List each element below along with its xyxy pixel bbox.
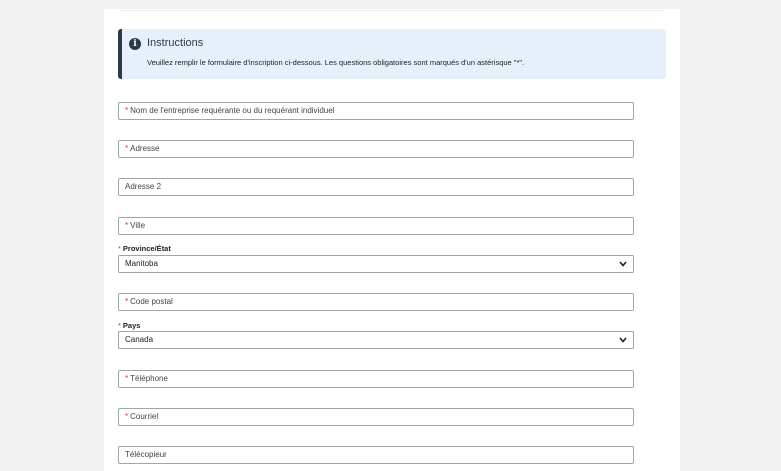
required-marker: * bbox=[125, 374, 129, 383]
required-marker: * bbox=[125, 106, 129, 115]
required-marker: * bbox=[125, 144, 129, 153]
country-label-text: Pays bbox=[122, 321, 141, 330]
required-marker: * bbox=[125, 221, 129, 230]
required-marker: * bbox=[118, 321, 121, 330]
address2-placeholder: Adresse 2 bbox=[125, 182, 162, 191]
chevron-down-icon bbox=[619, 261, 627, 267]
city-placeholder: Ville bbox=[130, 221, 146, 230]
instructions-text: Veuillez remplir le formulaire d'inscrip… bbox=[147, 58, 525, 67]
company-name-input[interactable]: * Nom de l'entreprise requérante ou du re… bbox=[118, 102, 634, 120]
divider bbox=[120, 10, 664, 11]
phone-input[interactable]: * Téléphone bbox=[118, 370, 634, 388]
form-panel: i Instructions Veuillez remplir le formu… bbox=[104, 9, 680, 471]
country-select[interactable]: Canada bbox=[118, 331, 634, 349]
province-value: Manitoba bbox=[125, 259, 158, 268]
email-input[interactable]: * Courriel bbox=[118, 408, 634, 426]
fax-input[interactable]: Télécopieur bbox=[118, 446, 634, 464]
address-placeholder: Adresse bbox=[130, 144, 160, 153]
country-value: Canada bbox=[125, 335, 154, 344]
postal-code-input[interactable]: * Code postal bbox=[118, 293, 634, 311]
postal-code-placeholder: Code postal bbox=[130, 297, 173, 306]
country-label: * Pays bbox=[118, 321, 140, 330]
city-input[interactable]: * Ville bbox=[118, 217, 634, 235]
company-name-placeholder: Nom de l'entreprise requérante ou du req… bbox=[130, 106, 335, 115]
instructions-title: Instructions bbox=[147, 37, 204, 49]
province-select[interactable]: Manitoba bbox=[118, 255, 634, 273]
required-marker: * bbox=[125, 297, 129, 306]
chevron-down-icon bbox=[619, 337, 627, 343]
required-marker: * bbox=[118, 244, 121, 253]
address-input[interactable]: * Adresse bbox=[118, 140, 634, 158]
address2-input[interactable]: Adresse 2 bbox=[118, 178, 634, 196]
fax-placeholder: Télécopieur bbox=[125, 450, 167, 459]
instructions-box: i Instructions Veuillez remplir le formu… bbox=[118, 29, 666, 79]
email-placeholder: Courriel bbox=[130, 412, 159, 421]
province-label: * Province/État bbox=[118, 244, 171, 253]
info-icon: i bbox=[129, 38, 141, 50]
required-marker: * bbox=[125, 412, 129, 421]
province-label-text: Province/État bbox=[122, 244, 171, 253]
phone-placeholder: Téléphone bbox=[130, 374, 168, 383]
